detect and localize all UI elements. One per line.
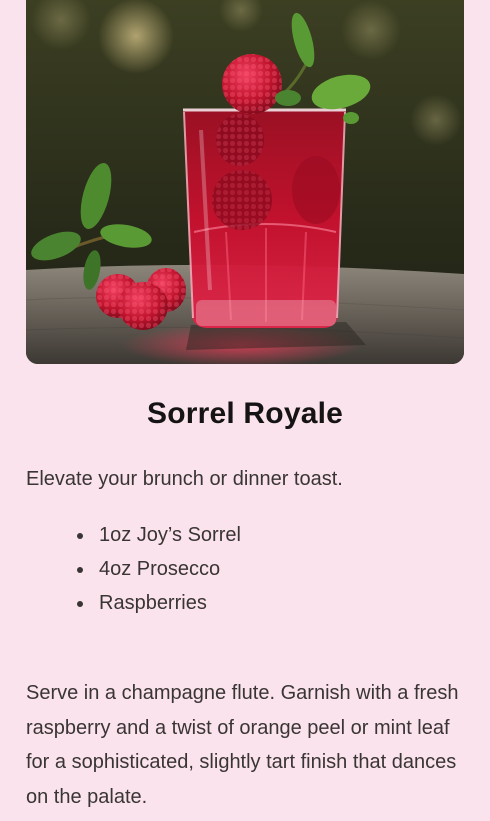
recipe-title: Sorrel Royale [146, 397, 344, 430]
ingredient-item: 4oz Prosecco [0, 555, 241, 589]
recipe-intro: Elevate your brunch or dinner toast. [26, 468, 343, 490]
ingredient-list: 1oz Joy’s Sorrel 4oz Prosecco Raspberrie… [0, 521, 241, 623]
ingredient-item: Raspberries [0, 589, 241, 623]
ingredient-item: 1oz Joy’s Sorrel [0, 521, 241, 555]
serving-instructions: Serve in a champagne flute. Garnish with… [26, 682, 459, 808]
cocktail-photo [26, 0, 464, 364]
